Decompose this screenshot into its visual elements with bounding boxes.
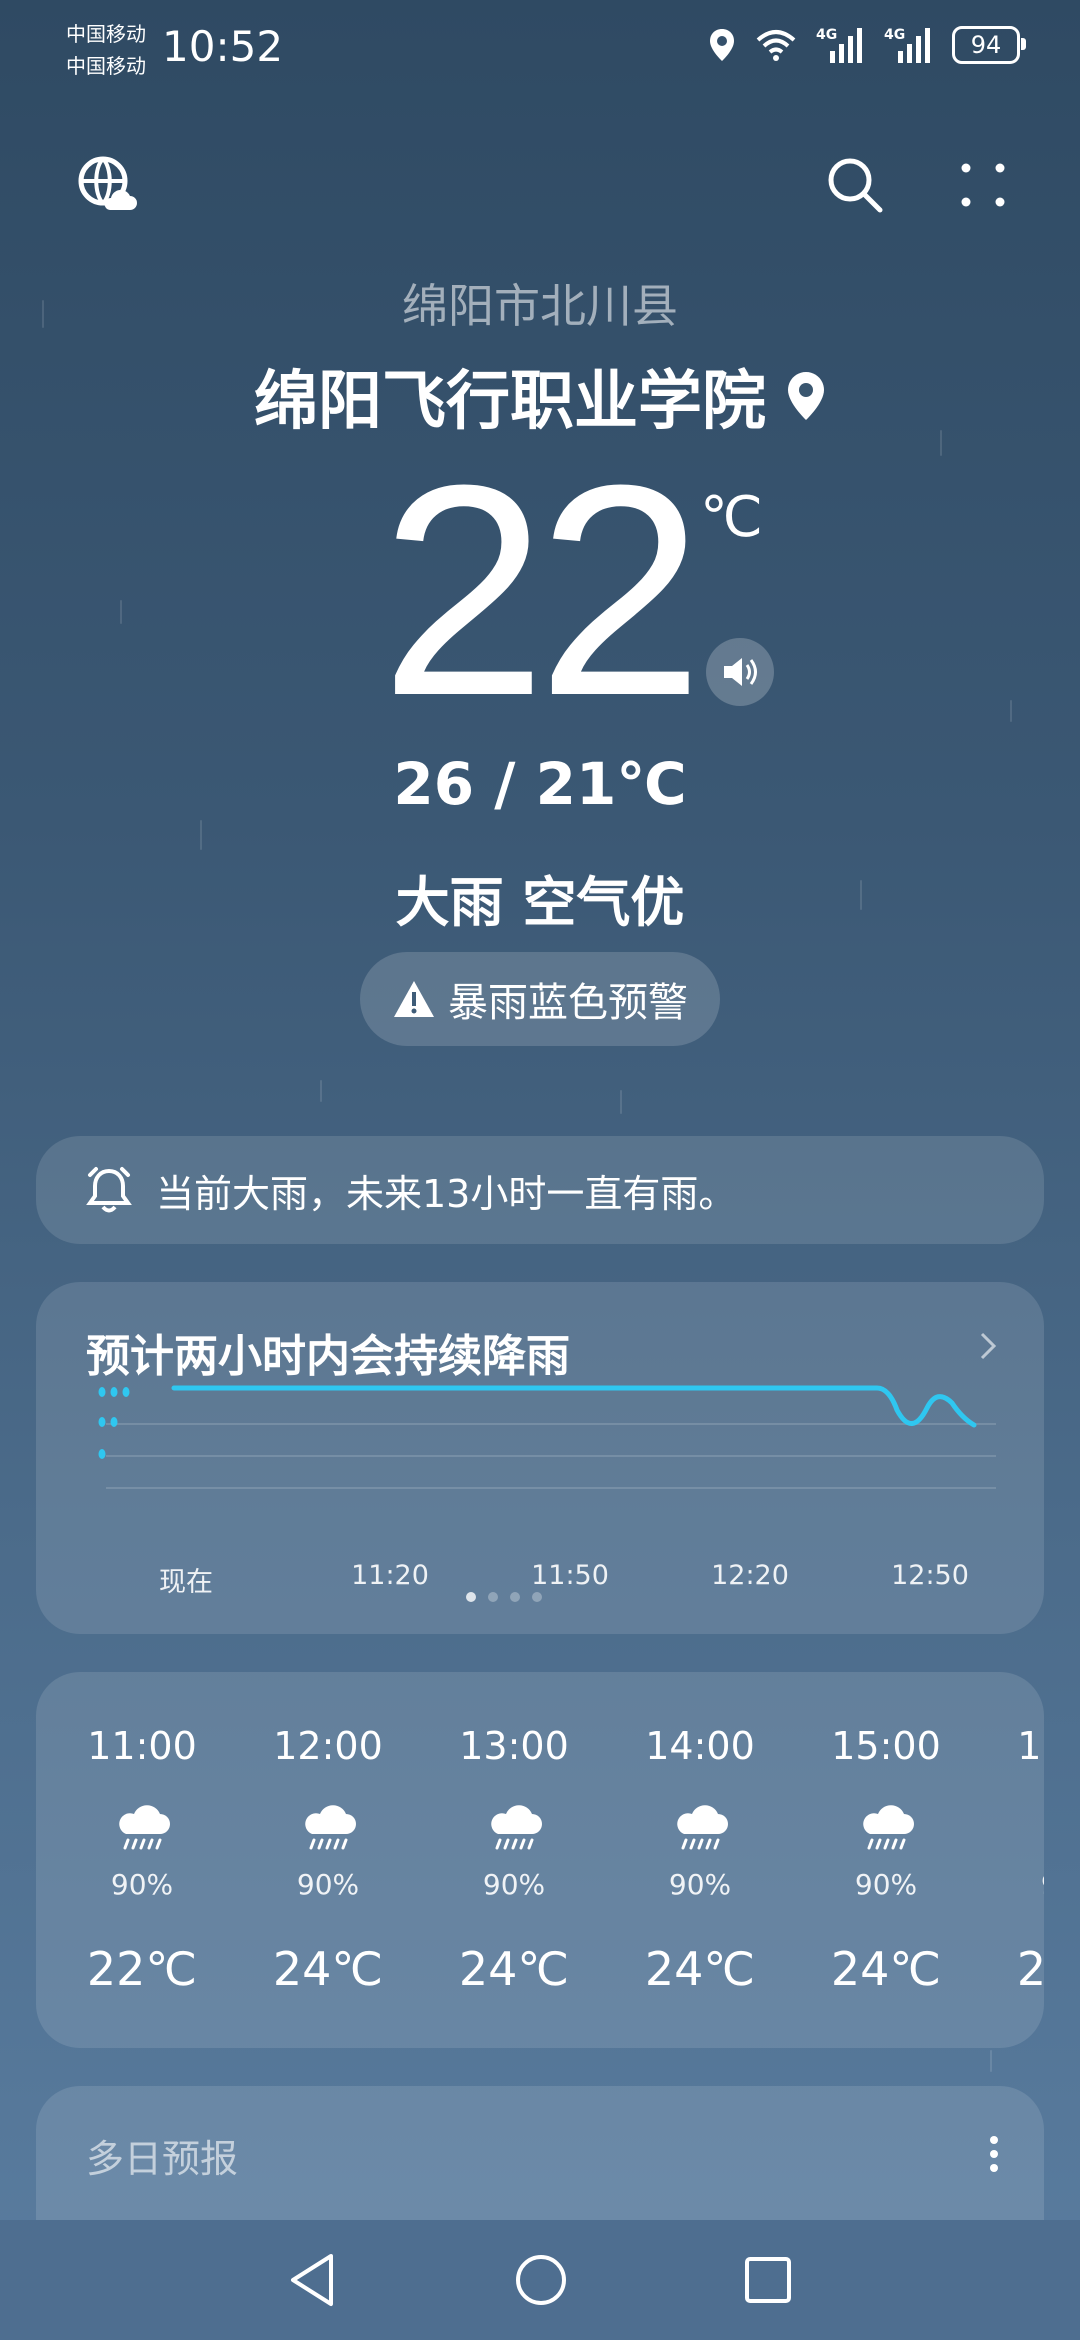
search-icon <box>828 158 883 213</box>
rain-streak <box>990 2050 992 2072</box>
heavy-rain-icon <box>856 1802 916 1862</box>
hour-time: 16:00 <box>1017 1724 1044 1768</box>
page-dot <box>510 1592 520 1602</box>
rain-level-dot <box>110 1417 118 1427</box>
signal-bars-icon <box>830 28 862 63</box>
rain-level-dot <box>98 1449 106 1459</box>
heavy-rain-icon <box>1042 1802 1044 1862</box>
high-low-temp: 26 / 21℃ <box>393 750 687 818</box>
carrier-2: 中国移动 <box>66 54 146 78</box>
hour-time: 11:00 <box>87 1724 197 1768</box>
wifi-icon <box>756 30 796 61</box>
page-dot <box>532 1592 542 1602</box>
warning-icon <box>394 981 434 1017</box>
location-pin-icon <box>788 372 824 420</box>
rain-level-dot <box>110 1387 118 1397</box>
hour-precip: 90% <box>482 1868 546 1901</box>
globe-cloud-icon <box>78 156 137 210</box>
hour-precip: 90% <box>296 1868 360 1901</box>
hour-temp: 24℃ <box>644 1942 756 1996</box>
heavy-rain-icon <box>484 1802 544 1862</box>
alert-text: 暴雨蓝色预警 <box>448 980 688 1026</box>
hour-time: 14:00 <box>645 1724 755 1768</box>
rain-streak <box>120 600 122 624</box>
hour-precip: 90% <box>110 1868 174 1901</box>
battery-level: 94 <box>970 31 1002 59</box>
rain-forecast-card[interactable]: 预计两小时内会持续降雨 现在 11:20 11:50 12:20 12:50 <box>36 1282 1044 1634</box>
hour-precip: 90% <box>668 1868 732 1901</box>
hour-temp: 24℃ <box>1016 1942 1044 1996</box>
multi-day-title: 多日预报 <box>86 2137 239 2181</box>
rain-time-label: 12:50 <box>891 1560 969 1591</box>
temperature-unit: ℃ <box>700 485 763 550</box>
page-dot <box>488 1592 498 1602</box>
rain-streak <box>620 1090 622 1114</box>
notice-text: 当前大雨，未来13小时一直有雨。 <box>156 1171 737 1216</box>
rain-notice-card[interactable]: 当前大雨，未来13小时一直有雨。 <box>36 1136 1044 1244</box>
rain-streak <box>1010 700 1012 722</box>
hour-time: 12:00 <box>273 1724 383 1768</box>
rain-streak <box>320 1080 322 1102</box>
hour-time: 13:00 <box>459 1724 569 1768</box>
signal-1: 4G <box>816 27 866 63</box>
location-status-icon <box>710 29 734 61</box>
signal-bars-icon <box>898 28 930 63</box>
rain-time-label: 12:20 <box>711 1560 789 1591</box>
city-manage-button[interactable] <box>72 150 142 220</box>
weather-alert-button[interactable]: 暴雨蓝色预警 <box>360 952 720 1046</box>
hour-precip: 90% <box>992 1868 1044 1901</box>
recents-icon[interactable] <box>743 2255 793 2305</box>
hour-precip: 90% <box>854 1868 918 1901</box>
search-button[interactable] <box>820 150 890 220</box>
rain-streak <box>200 820 202 850</box>
rain-intensity-line <box>171 1385 977 1428</box>
system-nav-bar <box>0 2220 1080 2340</box>
signal-2: 4G <box>884 27 934 63</box>
condition-air-quality: 大雨 空气优 <box>395 871 685 934</box>
more-vertical-icon[interactable] <box>988 2134 1000 2174</box>
status-bar: 中国移动 中国移动 10:52 4G 4G 94 <box>0 0 1080 100</box>
page-indicator <box>466 1592 542 1602</box>
rain-level-dot <box>122 1387 130 1397</box>
page-dot <box>466 1592 476 1602</box>
bell-icon <box>86 1167 132 1213</box>
hour-time: 15:00 <box>831 1724 941 1768</box>
rain-time-label: 现在 <box>159 1567 213 1598</box>
rain-time-label: 11:20 <box>351 1560 429 1591</box>
status-icons: 4G 4G 94 <box>708 26 1026 64</box>
back-icon[interactable] <box>287 2252 339 2308</box>
rain-level-dot <box>98 1387 106 1397</box>
battery-indicator: 94 <box>952 26 1026 64</box>
carrier-1: 中国移动 <box>66 22 146 46</box>
rain-time-label: 11:50 <box>531 1560 609 1591</box>
heavy-rain-icon <box>298 1802 358 1862</box>
hour-temp: 24℃ <box>272 1942 384 1996</box>
home-icon[interactable] <box>513 2252 569 2308</box>
hour-temp: 24℃ <box>830 1942 942 1996</box>
voice-broadcast-button[interactable] <box>706 638 774 706</box>
rain-level-dot <box>98 1417 106 1427</box>
heavy-rain-icon <box>670 1802 730 1862</box>
hour-temp: 22℃ <box>86 1942 198 1996</box>
speaker-icon <box>724 658 757 686</box>
district-label: 绵阳市北川县 <box>402 279 678 333</box>
current-temperature: 22 <box>380 422 704 758</box>
carrier-info: 中国移动 中国移动 <box>66 18 146 82</box>
status-time: 10:52 <box>162 22 284 71</box>
hour-temp: 24℃ <box>458 1942 570 1996</box>
more-button[interactable] <box>948 150 1018 220</box>
hourly-forecast-card[interactable]: 11:00 90% 22℃ 12:00 90% 24℃ 13:00 90% 24℃ 14:00 90… <box>36 1672 1044 2048</box>
dots-grid-icon <box>961 163 1005 207</box>
heavy-rain-icon <box>112 1802 172 1862</box>
